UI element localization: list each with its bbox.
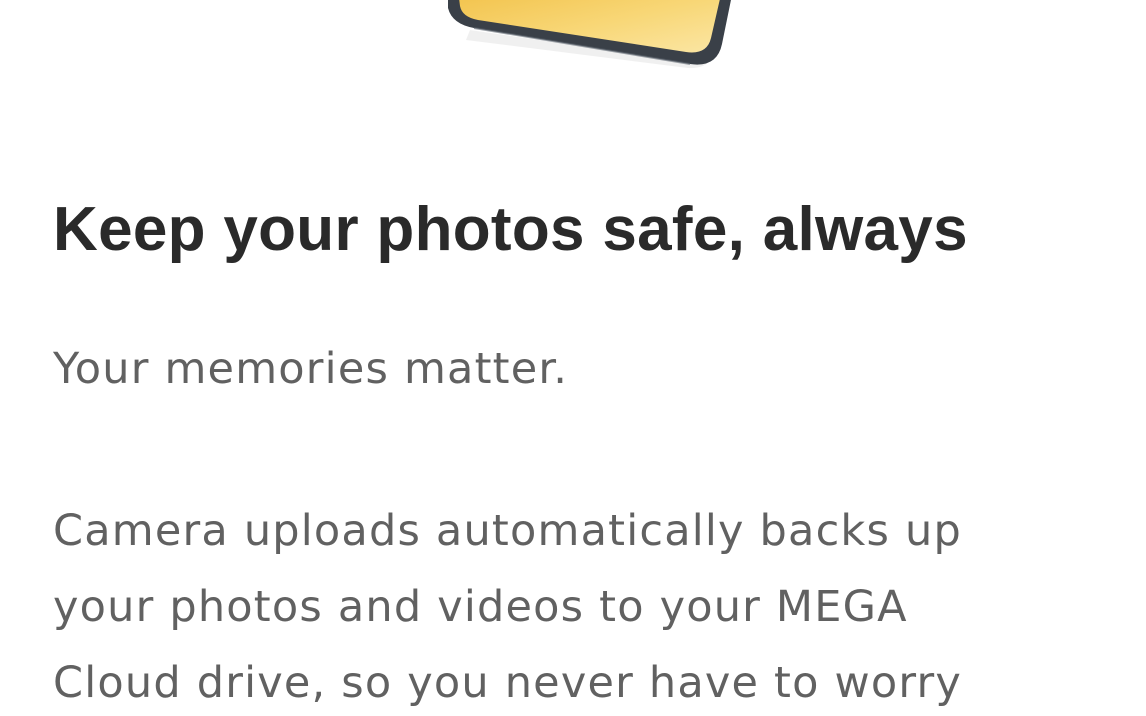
page-title: Keep your photos safe, always [53, 195, 968, 264]
camera-uploads-onboarding-screen: Keep your photos safe, always Your memor… [0, 0, 1146, 716]
description-line: your photos and videos to your MEGA [53, 582, 908, 632]
phone-with-photo-icon [448, 0, 731, 69]
subtitle-text: Your memories matter. [53, 344, 569, 394]
description-text: Camera uploads automatically backs up yo… [53, 493, 962, 716]
description-line: Cloud drive, so you never have to worry [53, 658, 963, 708]
description-line: Camera uploads automatically backs up [53, 506, 962, 556]
